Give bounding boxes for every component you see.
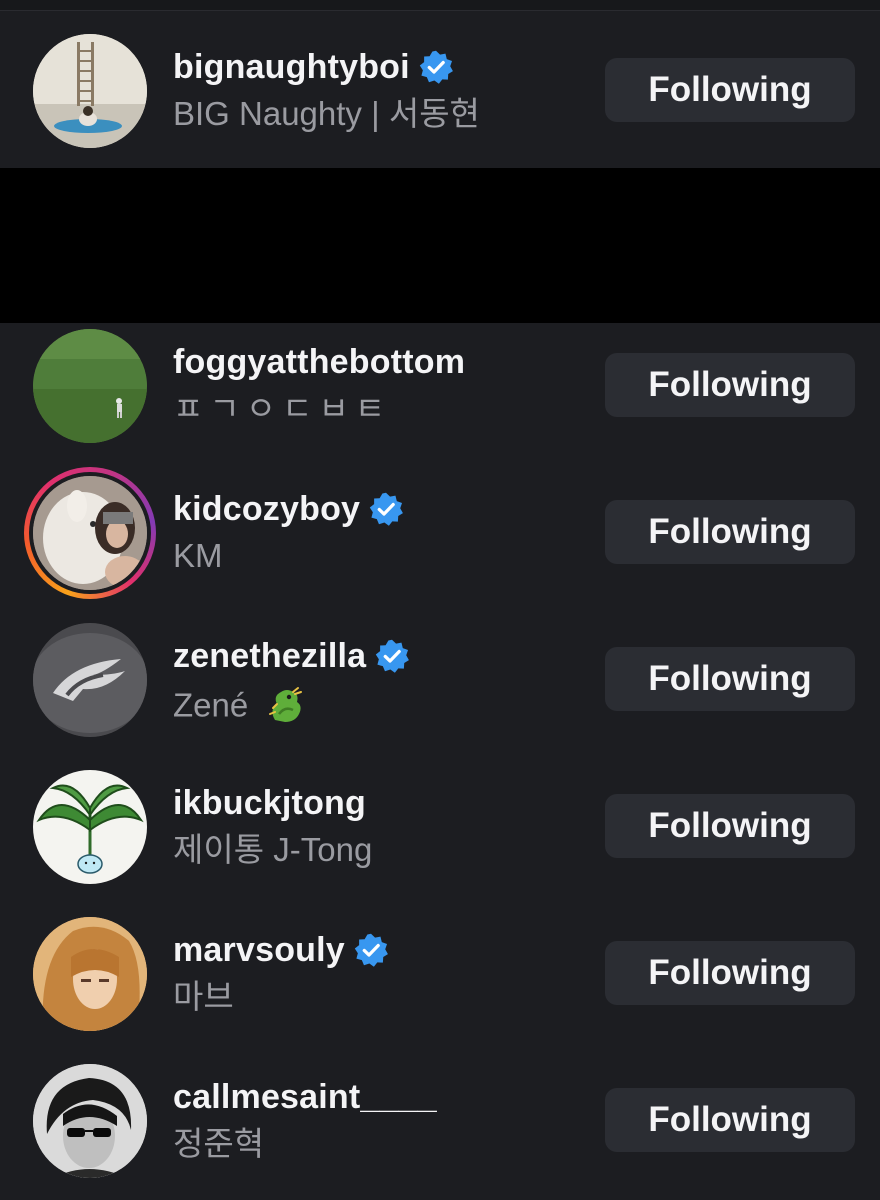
avatar[interactable] [33,623,147,737]
list-item[interactable]: zenethezilla Zené Following [0,607,880,754]
username[interactable]: ikbuckjtong [173,784,366,823]
avatar[interactable] [33,34,147,148]
full-name: BIG Naughty | 서동현 [173,95,480,132]
full-name: 마브 [173,978,234,1015]
dragon-emoji-icon [269,687,303,723]
username[interactable]: marvsouly [173,931,345,970]
full-name: 정준혁 [173,1125,265,1162]
following-button[interactable]: Following [605,794,855,858]
username[interactable]: callmesaint____ [173,1078,437,1117]
list-item[interactable]: marvsouly 마브 Following [0,901,880,1048]
top-divider [0,0,880,11]
avatar[interactable] [33,1064,147,1178]
avatar[interactable] [33,770,147,884]
username[interactable]: kidcozyboy [173,490,360,529]
full-name: 제이통 J-Tong [173,831,373,868]
verified-badge-icon [369,492,404,526]
verified-badge-icon [354,933,388,967]
following-button[interactable]: Following [605,500,855,564]
list-item[interactable]: foggyatthebottom ㅍㄱㅇㄷㅂㅌ Following [0,313,880,460]
verified-badge-icon [376,639,410,673]
username[interactable]: foggyatthebottom [173,343,465,382]
full-name: KM [173,537,223,574]
list-item[interactable]: kidcozyboy KM Following [0,460,880,607]
username[interactable]: zenethezilla [173,637,366,676]
verified-badge-icon [419,50,453,84]
full-name: Zené [173,681,307,725]
list-item[interactable]: ikbuckjtong 제이통 J-Tong Following [0,754,880,901]
redacted-block [0,168,880,323]
avatar[interactable] [33,476,147,590]
avatar[interactable] [33,917,147,1031]
full-name-text: Zené [173,686,249,724]
following-button[interactable]: Following [605,941,855,1005]
following-button[interactable]: Following [605,58,855,122]
list-item[interactable]: callmesaint____ 정준혁 Following [0,1048,880,1195]
following-button[interactable]: Following [605,1088,855,1152]
avatar[interactable] [33,329,147,443]
list-item[interactable]: bignaughtyboi BIG Naughty | 서동현 Followin… [0,18,880,165]
username[interactable]: bignaughtyboi [173,48,410,87]
full-name: ㅍㄱㅇㄷㅂㅌ [173,390,392,427]
following-button[interactable]: Following [605,647,855,711]
following-button[interactable]: Following [605,353,855,417]
